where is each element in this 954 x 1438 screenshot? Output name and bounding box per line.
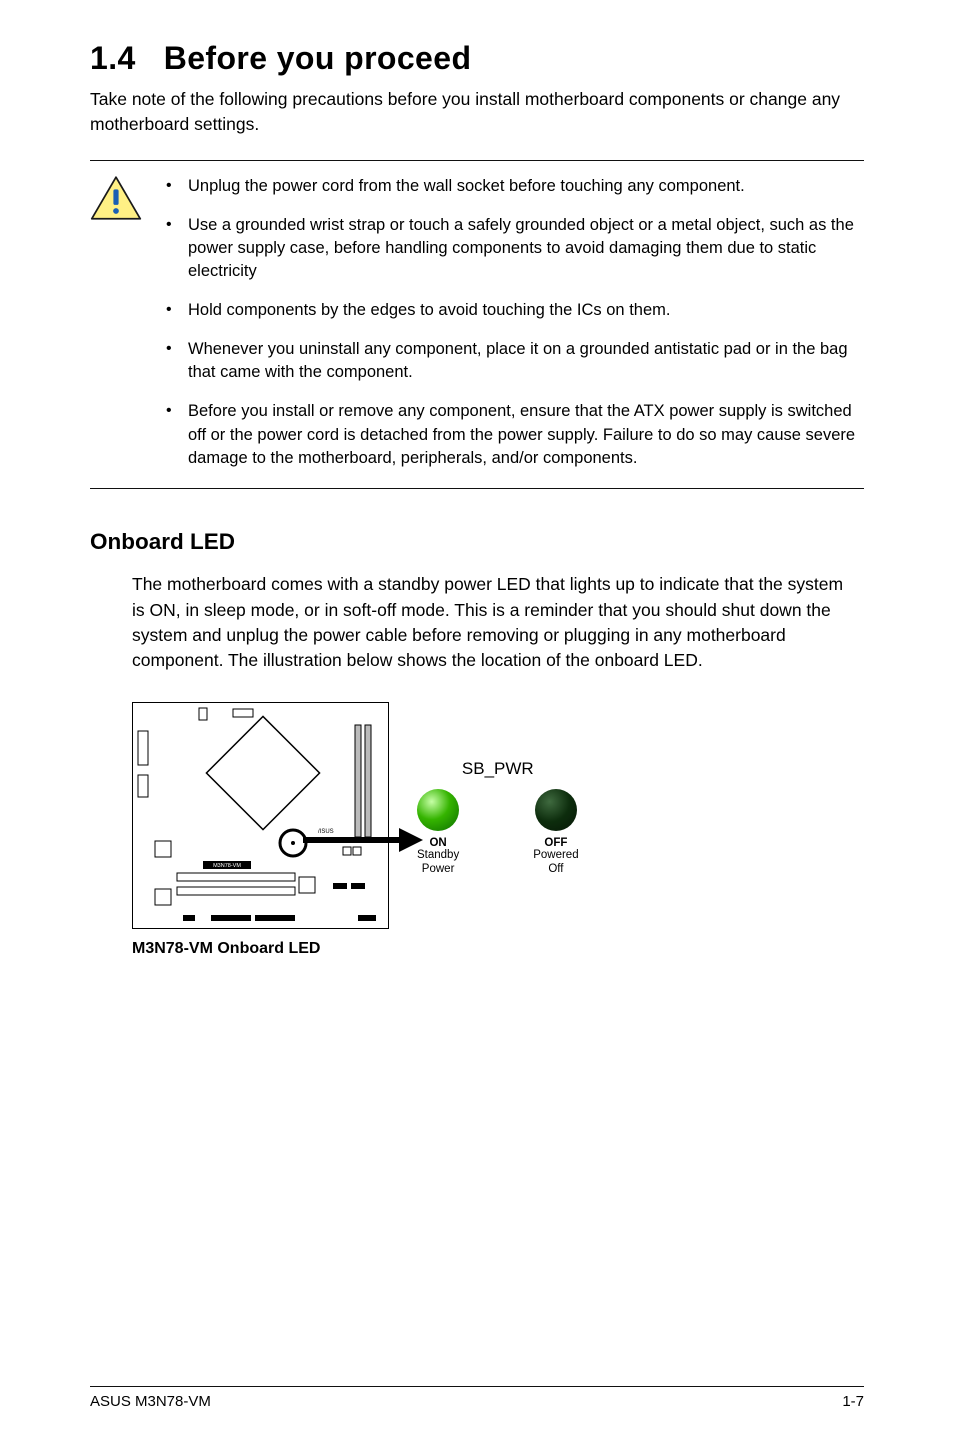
warning-item: Unplug the power cord from the wall sock…	[160, 175, 864, 198]
led-off-state: OFF	[544, 837, 567, 849]
led-off-item: OFF Powered Off	[533, 789, 578, 875]
warning-item: Before you install or remove any compone…	[160, 400, 864, 469]
led-off-desc2: Off	[548, 863, 563, 875]
led-legend: SB_PWR ON Standby Power OFF Powered Off	[417, 759, 579, 875]
caution-icon	[90, 175, 142, 470]
led-off-desc1: Powered	[533, 849, 578, 861]
figure-caption: M3N78-VM Onboard LED	[132, 940, 864, 958]
callout-arrow-icon	[303, 820, 433, 860]
sb-pwr-label: SB_PWR	[462, 759, 534, 779]
onboard-led-body: The motherboard comes with a standby pow…	[132, 572, 854, 674]
section-number: 1.4	[90, 40, 136, 77]
warning-block: Unplug the power cord from the wall sock…	[90, 161, 864, 488]
onboard-led-figure: M3N78-VM /ISUS SB_PWR ON Standby Power	[132, 702, 864, 934]
warning-list: Unplug the power cord from the wall sock…	[160, 175, 864, 470]
svg-text:M3N78-VM: M3N78-VM	[213, 863, 241, 869]
led-off-icon	[535, 789, 577, 831]
section-title: 1.4 Before you proceed	[90, 40, 864, 77]
footer-right: 1-7	[842, 1393, 864, 1410]
onboard-led-heading: Onboard LED	[90, 529, 864, 555]
section-heading-text: Before you proceed	[164, 40, 472, 76]
intro-text: Take note of the following precautions b…	[90, 87, 864, 138]
divider-bottom	[90, 488, 864, 489]
warning-item: Whenever you uninstall any component, pl…	[160, 338, 864, 384]
led-on-desc2: Power	[422, 863, 455, 875]
warning-item: Hold components by the edges to avoid to…	[160, 299, 864, 322]
page-footer: ASUS M3N78-VM 1-7	[90, 1386, 864, 1410]
warning-item: Use a grounded wrist strap or touch a sa…	[160, 214, 864, 283]
motherboard-diagram: M3N78-VM /ISUS	[132, 702, 389, 929]
footer-left: ASUS M3N78-VM	[90, 1393, 211, 1410]
